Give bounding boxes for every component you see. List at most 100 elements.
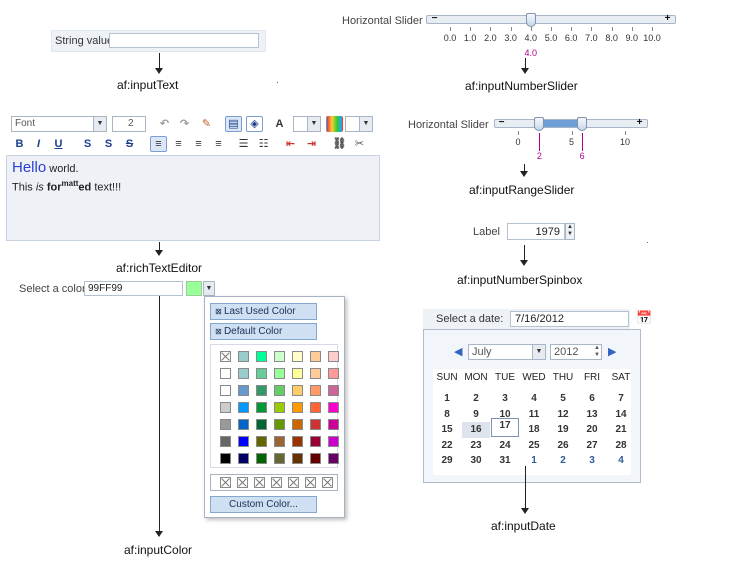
recent-color-cell[interactable] [254, 477, 265, 488]
calendar-day[interactable]: 14 [615, 409, 626, 420]
color-swatch-cell[interactable] [310, 351, 321, 362]
strikethrough-icon[interactable]: S [121, 136, 138, 152]
recent-color-cell[interactable] [271, 477, 282, 488]
link-icon[interactable]: ⛓ [331, 136, 348, 152]
bullet-list-icon[interactable]: ☰ [235, 136, 252, 152]
align-center-icon[interactable]: ≡ [170, 136, 187, 152]
calendar-day[interactable]: 17 [499, 420, 510, 431]
year-spinbox[interactable]: 2012 ▲ ▼ [550, 344, 602, 360]
calendar-day[interactable]: 4 [531, 393, 537, 404]
decrement-icon[interactable]: − [429, 14, 440, 25]
month-select[interactable]: July ▼ [468, 344, 546, 360]
rich-text-content-area[interactable]: Hello world. This is formatted text!!! [6, 155, 380, 241]
color-value-input[interactable] [84, 281, 183, 296]
default-color-button[interactable]: ⊠ Default Color [210, 323, 317, 340]
subscript-icon[interactable]: S [79, 136, 96, 152]
calendar-day[interactable]: 21 [615, 424, 626, 435]
calendar-day[interactable]: 19 [557, 424, 568, 435]
color-swatch-cell[interactable] [238, 453, 249, 464]
undo-icon[interactable]: ↶ [156, 116, 173, 132]
background-color-select[interactable]: ▼ [345, 116, 373, 132]
color-swatch-cell[interactable] [238, 436, 249, 447]
color-swatch-cell[interactable] [328, 453, 339, 464]
color-swatch-cell[interactable] [220, 436, 231, 447]
number-slider-thumb[interactable] [525, 13, 536, 27]
color-swatch-cell[interactable] [256, 436, 267, 447]
color-swatch-cell[interactable] [238, 385, 249, 396]
calendar-day[interactable]: 8 [444, 409, 450, 420]
color-swatch-cell[interactable] [238, 419, 249, 430]
color-swatch-cell[interactable] [220, 419, 231, 430]
calendar-day[interactable]: 16 [470, 424, 481, 435]
font-size-select[interactable]: 2 [112, 116, 146, 132]
color-swatch-cell[interactable] [328, 436, 339, 447]
color-swatch-cell[interactable] [256, 419, 267, 430]
color-dropdown-button[interactable]: ▼ [203, 281, 215, 296]
spin-up-icon[interactable]: ▲ [566, 224, 574, 231]
calendar-day[interactable]: 1 [531, 455, 537, 466]
calendar-day[interactable]: 15 [441, 424, 452, 435]
source-mode-icon[interactable]: ◈ [246, 116, 263, 132]
calendar-day[interactable]: 2 [473, 393, 479, 404]
align-left-icon[interactable]: ≡ [150, 136, 167, 152]
calendar-day[interactable]: 11 [529, 409, 540, 420]
color-swatch-cell[interactable] [274, 385, 285, 396]
color-swatch-cell[interactable] [274, 351, 285, 362]
color-swatch-cell[interactable] [328, 419, 339, 430]
calendar-day[interactable]: 1 [444, 393, 450, 404]
calendar-day[interactable]: 27 [586, 440, 597, 451]
color-swatch-cell[interactable] [292, 453, 303, 464]
recent-color-cell[interactable] [322, 477, 333, 488]
last-used-color-button[interactable]: ⊠ Last Used Color [210, 303, 317, 320]
calendar-day[interactable]: 3 [502, 393, 508, 404]
outdent-icon[interactable]: ⇤ [282, 136, 299, 152]
color-swatch-cell[interactable] [220, 368, 231, 379]
calendar-day[interactable]: 6 [589, 393, 595, 404]
italic-icon[interactable]: I [30, 136, 47, 152]
calendar-day[interactable]: 22 [441, 440, 452, 451]
previous-month-icon[interactable]: ◀ [454, 345, 462, 358]
range-slider-max-thumb[interactable] [577, 117, 588, 131]
calendar-day[interactable]: 26 [557, 440, 568, 451]
custom-color-button[interactable]: Custom Color... [210, 496, 317, 513]
recent-color-cell[interactable] [305, 477, 316, 488]
font-color-select[interactable]: ▼ [293, 116, 321, 132]
calendar-day[interactable]: 25 [528, 440, 539, 451]
color-swatch-cell[interactable] [292, 385, 303, 396]
color-swatch-cell[interactable] [292, 351, 303, 362]
color-swatch-cell[interactable] [220, 453, 231, 464]
next-month-icon[interactable]: ▶ [608, 345, 616, 358]
color-swatch-cell[interactable] [256, 385, 267, 396]
color-swatch-cell[interactable] [310, 385, 321, 396]
color-swatch-cell[interactable] [220, 351, 231, 362]
rich-text-mode-icon[interactable]: ▤ [225, 116, 242, 132]
color-swatch-cell[interactable] [238, 368, 249, 379]
recent-color-cell[interactable] [288, 477, 299, 488]
color-swatch-cell[interactable] [310, 436, 321, 447]
color-swatch-cell[interactable] [274, 368, 285, 379]
calendar-day[interactable]: 28 [615, 440, 626, 451]
year-spin-icon[interactable]: ▲ ▼ [594, 345, 600, 359]
color-swatch-cell[interactable] [310, 419, 321, 430]
calendar-day[interactable]: 13 [586, 409, 597, 420]
indent-icon[interactable]: ⇥ [303, 136, 320, 152]
calendar-day[interactable]: 18 [528, 424, 539, 435]
bold-icon[interactable]: B [11, 136, 28, 152]
color-swatch-cell[interactable] [328, 402, 339, 413]
align-justify-icon[interactable]: ≡ [210, 136, 227, 152]
number-slider-track[interactable] [426, 15, 676, 24]
calendar-icon[interactable]: 📅 [636, 310, 652, 326]
font-color-icon[interactable]: A [271, 116, 288, 132]
calendar-day[interactable]: 30 [470, 455, 481, 466]
color-swatch-cell[interactable] [274, 453, 285, 464]
color-swatch-cell[interactable] [292, 368, 303, 379]
calendar-day[interactable]: 9 [473, 409, 479, 420]
color-swatch-cell[interactable] [256, 402, 267, 413]
clear-format-icon[interactable]: ✎ [198, 116, 215, 132]
recent-color-cell[interactable] [237, 477, 248, 488]
calendar-day[interactable]: 7 [618, 393, 624, 404]
font-select[interactable]: Font ▼ [11, 116, 107, 132]
increment-icon[interactable]: + [662, 14, 673, 25]
calendar-day[interactable]: 12 [557, 409, 568, 420]
calendar-day[interactable]: 3 [589, 455, 595, 466]
